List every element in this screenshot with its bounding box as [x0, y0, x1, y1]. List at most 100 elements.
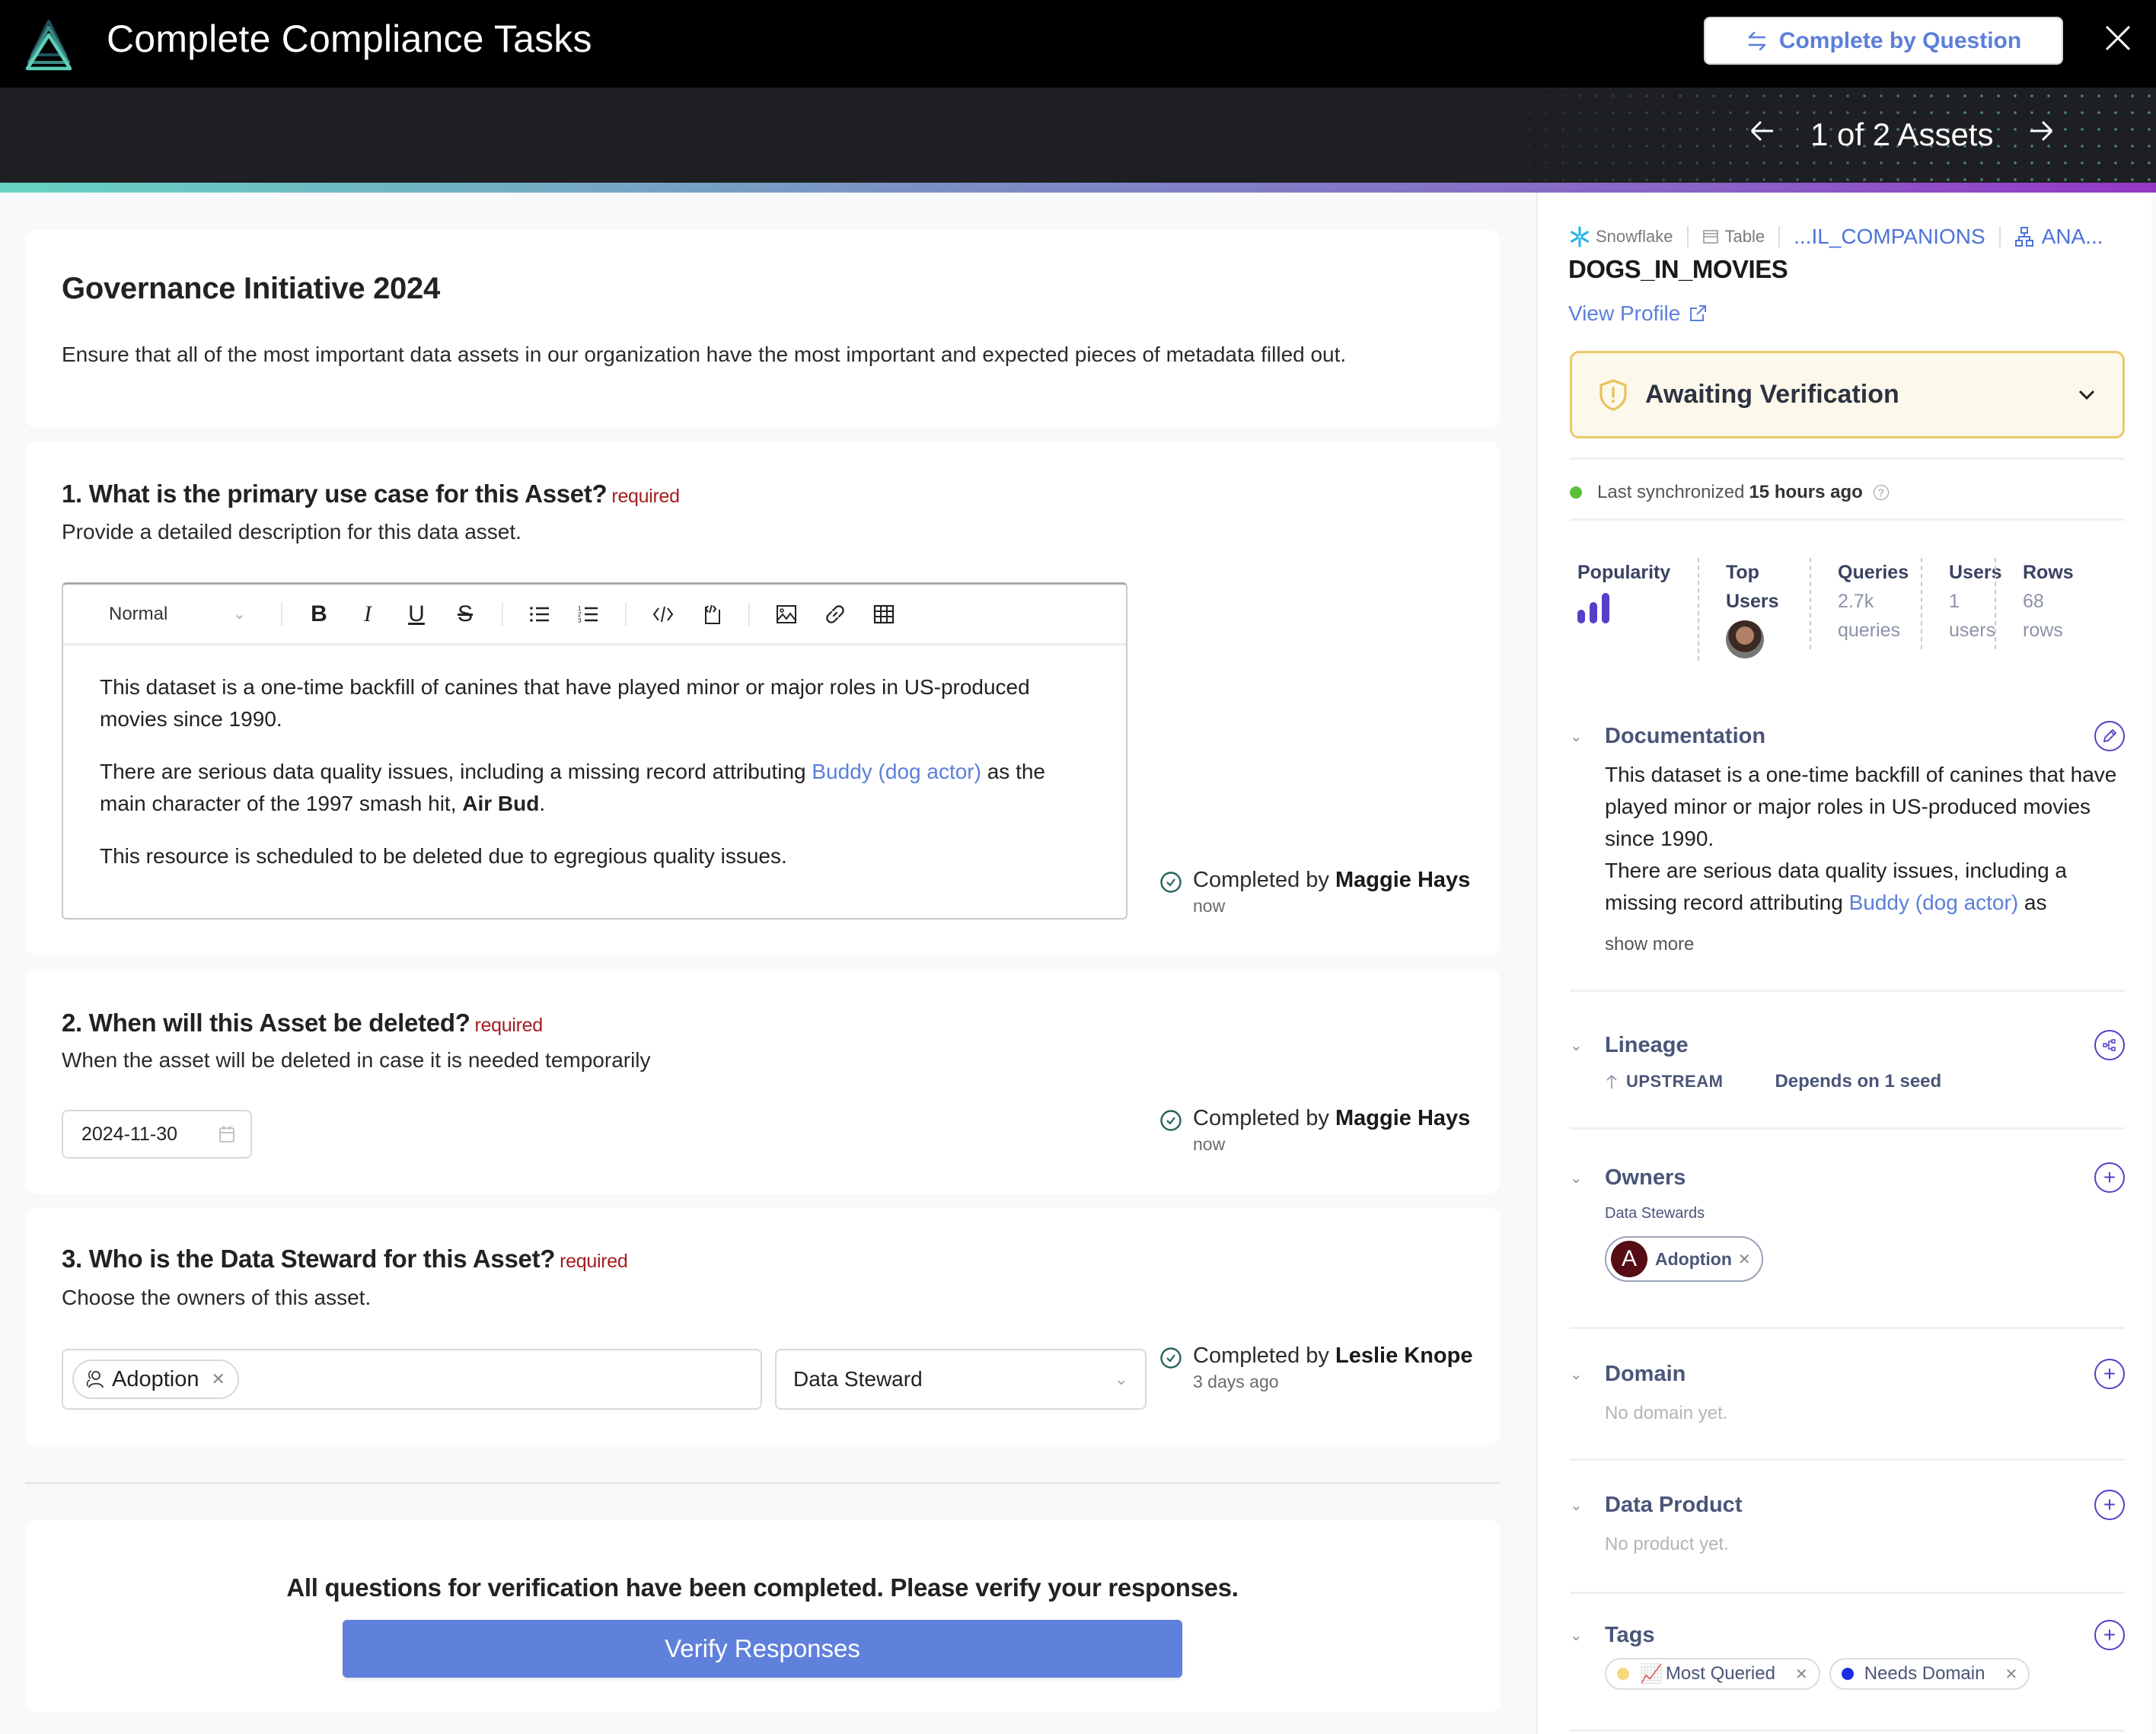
breadcrumb-separator — [1998, 226, 2001, 247]
completed-prefix: Completed by — [1193, 1106, 1335, 1130]
bold-button[interactable]: B — [295, 595, 343, 633]
completion-status: Completed by Maggie Hays now — [1159, 868, 1470, 916]
stat-value: 2.7k — [1838, 591, 1874, 612]
section-body: This dataset is a one-time backfill of c… — [1570, 759, 2125, 955]
previous-asset-button[interactable] — [1743, 116, 1781, 155]
tag-list: 📈 Most Queried ✕ Needs Domain ✕ — [1605, 1658, 2125, 1690]
scrollbar[interactable] — [2151, 193, 2156, 1734]
arrow-left-icon — [1750, 120, 1773, 141]
ownership-type-select[interactable]: Data Steward ⌄ — [775, 1349, 1147, 1410]
tag-chip[interactable]: 📈 Most Queried ✕ — [1605, 1658, 1820, 1690]
add-domain-button[interactable]: + — [2094, 1359, 2125, 1389]
sync-label: Last synchronized — [1597, 482, 1745, 502]
completed-by-user: Leslie Knope — [1335, 1344, 1473, 1368]
add-data-product-button[interactable]: + — [2094, 1490, 2125, 1520]
collapse-caret-icon[interactable]: ⌄ — [1570, 1365, 1591, 1384]
documentation-section: ⌄ Documentation This dataset is a one-ti… — [1570, 719, 2125, 955]
insert-table-button[interactable] — [860, 595, 908, 633]
add-tag-button[interactable]: + — [2094, 1620, 2125, 1650]
verify-responses-button[interactable]: Verify Responses — [343, 1620, 1182, 1678]
divider — [1570, 1127, 2125, 1130]
inline-code-button[interactable] — [639, 595, 687, 633]
italic-icon: I — [364, 601, 372, 626]
view-profile-link[interactable]: View Profile — [1568, 301, 1708, 326]
section-header: ⌄ Documentation — [1570, 719, 2125, 753]
chevron-down-icon — [2078, 390, 2095, 400]
question-title: 2. When will this Asset be deleted? requi… — [62, 1009, 543, 1038]
stat-top-users: Top Users — [1726, 558, 1779, 658]
underline-icon: U — [408, 601, 425, 626]
section-header: ⌄ Tags + — [1570, 1618, 2125, 1652]
rich-text-editor[interactable]: Normal ⌄ B I U S 123 This dataset is a o… — [62, 582, 1127, 920]
italic-button[interactable]: I — [343, 595, 392, 633]
text-format-select[interactable]: Normal ⌄ — [109, 604, 269, 625]
remove-tag-icon[interactable]: ✕ — [1795, 1665, 1808, 1684]
top-user-avatar[interactable] — [1726, 620, 1764, 658]
sync-status-dot — [1570, 486, 1582, 499]
question-description: Choose the owners of this asset. — [62, 1286, 372, 1309]
bold-text: Air Bud — [462, 792, 540, 815]
owners-select-input[interactable]: Adoption ✕ — [62, 1349, 762, 1410]
collapse-caret-icon[interactable]: ⌄ — [1570, 1036, 1591, 1055]
verification-status-dropdown[interactable]: Awaiting Verification — [1570, 351, 2125, 438]
numbered-list-button[interactable]: 123 — [564, 595, 613, 633]
view-lineage-button[interactable] — [2094, 1030, 2125, 1060]
owner-pill[interactable]: A Adoption ✕ — [1605, 1236, 1763, 1282]
chart-increasing-icon: 📈 — [1640, 1663, 1663, 1685]
deletion-date-input[interactable]: 2024-11-30 — [62, 1110, 252, 1159]
divider — [1570, 1592, 2125, 1594]
stat-label: Queries — [1838, 562, 1909, 583]
underline-button[interactable]: U — [392, 595, 441, 633]
collapse-caret-icon[interactable]: ⌄ — [1570, 1168, 1591, 1187]
breadcrumb-parent-link[interactable]: ANA... — [2042, 225, 2103, 249]
strikethrough-button[interactable]: S — [441, 595, 490, 633]
question-title: 3. Who is the Data Steward for this Asse… — [62, 1245, 628, 1273]
show-more-link[interactable]: show more — [1605, 934, 2125, 955]
collapse-caret-icon[interactable]: ⌄ — [1570, 1626, 1591, 1645]
asset-navigation-banner: 1 of 2 Assets — [0, 88, 2156, 183]
close-button[interactable] — [2095, 15, 2141, 61]
lineage-section: ⌄ Lineage UPSTREAM Depends on 1 seed — [1570, 1028, 2125, 1092]
pencil-icon — [2103, 728, 2117, 743]
completed-by: Completed by Maggie Hays — [1193, 868, 1470, 893]
breadcrumb-container-link[interactable]: ...IL_COMPANIONS — [1794, 225, 1985, 249]
check-circle-icon — [1160, 872, 1182, 893]
code-icon — [652, 606, 674, 622]
buddy-dog-actor-link[interactable]: Buddy (dog actor) — [1849, 891, 2019, 914]
external-link-icon — [1690, 305, 1707, 321]
view-profile-label: View Profile — [1568, 301, 1681, 325]
initiative-description: Ensure that all of the most important da… — [62, 343, 1347, 366]
stat-separator — [1995, 558, 1996, 649]
stat-label: Top — [1726, 562, 1759, 583]
remove-owner-icon[interactable]: ✕ — [212, 1369, 225, 1389]
section-title: Owners — [1605, 1165, 1686, 1190]
question-title-text: 3. Who is the Data Steward for this Asse… — [62, 1245, 556, 1273]
code-block-button[interactable] — [687, 595, 736, 633]
section-body: Data Stewards A Adoption ✕ — [1570, 1205, 2125, 1282]
help-icon[interactable]: ? — [1873, 485, 1889, 500]
tag-chip[interactable]: Needs Domain ✕ — [1829, 1658, 2030, 1690]
required-label: required — [611, 486, 680, 507]
editor-content[interactable]: This dataset is a one-time backfill of c… — [63, 645, 1126, 872]
add-owner-button[interactable]: + — [2094, 1162, 2125, 1193]
completion-status: Completed by Leslie Knope 3 days ago — [1159, 1344, 1473, 1392]
asset-pager: 1 of 2 Assets — [1743, 110, 2060, 159]
section-title: Tags — [1605, 1622, 1655, 1647]
section-header: ⌄ Owners + — [1570, 1161, 2125, 1194]
lineage-dependencies-link[interactable]: Depends on 1 seed — [1775, 1071, 1941, 1092]
editor-paragraph: This resource is scheduled to be deleted… — [100, 844, 787, 868]
page-title: Complete Compliance Tasks — [107, 18, 592, 60]
complete-by-question-button[interactable]: Complete by Question — [1704, 17, 2063, 65]
edit-documentation-button[interactable] — [2094, 721, 2125, 751]
collapse-caret-icon[interactable]: ⌄ — [1570, 727, 1591, 746]
next-asset-button[interactable] — [2022, 116, 2060, 155]
insert-link-button[interactable] — [811, 595, 860, 633]
collapse-caret-icon[interactable]: ⌄ — [1570, 1496, 1591, 1515]
buddy-dog-actor-link[interactable]: Buddy (dog actor) — [812, 760, 981, 783]
remove-tag-icon[interactable]: ✕ — [2005, 1665, 2017, 1684]
verification-status: Awaiting Verification — [1645, 380, 1899, 409]
section-title: Domain — [1605, 1361, 1686, 1386]
insert-image-button[interactable] — [762, 595, 811, 633]
bullet-list-button[interactable] — [515, 595, 564, 633]
remove-owner-icon[interactable]: ✕ — [1738, 1250, 1751, 1269]
